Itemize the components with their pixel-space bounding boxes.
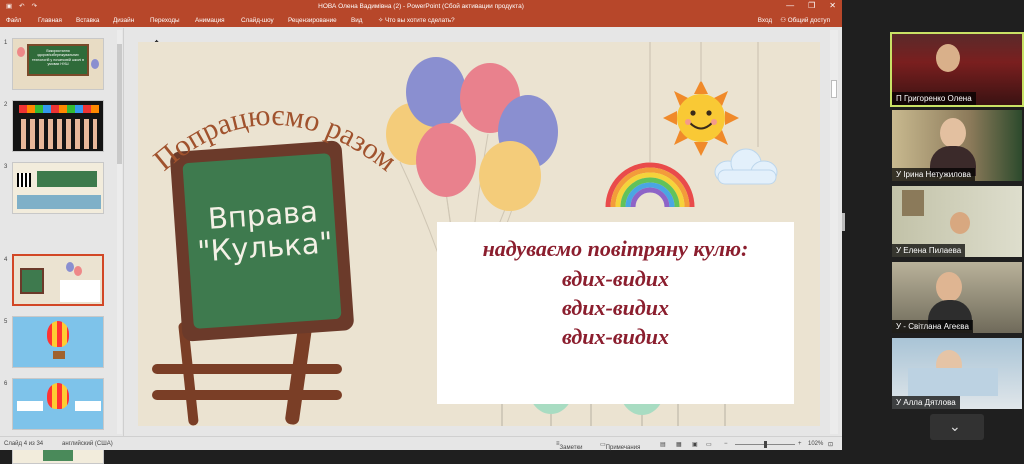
person-icon: ⚇ (780, 17, 788, 24)
minimize-button[interactable]: — (786, 1, 794, 10)
cloud-icon (714, 148, 778, 185)
instruction-text: надуваємо повітряну кулю: (482, 236, 749, 261)
breath-line: вдих-видих (561, 266, 670, 291)
tab-animations[interactable]: Анимация (195, 17, 225, 24)
slide-title-text: Попрацюємо разом (147, 99, 402, 178)
balloon-yellow (479, 141, 541, 211)
zoom-out-icon[interactable]: − (724, 441, 728, 447)
tab-home[interactable]: Главная (38, 17, 62, 24)
sun-icon (663, 80, 739, 156)
zoom-level[interactable]: 102% (808, 441, 823, 447)
tab-insert[interactable]: Вставка (76, 17, 99, 24)
participant-tile[interactable]: У - Світлана Агеєва (892, 262, 1022, 333)
participant-tile[interactable]: П Григоренко Олена (890, 32, 1024, 107)
share-button[interactable]: ⚇ Общий доступ (780, 17, 830, 24)
thumbnail-scrollbar[interactable] (117, 30, 122, 434)
board-text: Вправа "Кулька" (192, 194, 336, 268)
restore-button[interactable]: ❐ (808, 1, 815, 10)
participant-name: П Григоренко Олена (892, 92, 976, 105)
thumb-number: 6 (4, 381, 8, 387)
slide-thumbnail-6[interactable] (12, 378, 104, 430)
normal-view-icon[interactable]: ▤ (660, 441, 666, 448)
balloon-violet (406, 57, 466, 127)
participant-face (936, 44, 960, 72)
chevron-down-icon: ⌄ (949, 418, 961, 434)
language-indicator[interactable]: английский (США) (62, 441, 113, 447)
title-bar: ▣ ↶ ↷ НОВА Олена Вадимівна (2) - PowerPo… (0, 0, 842, 13)
slideshow-view-icon[interactable]: ▭ (706, 441, 712, 448)
video-gallery: П Григоренко Олена У Ірина Нетужилова У … (842, 0, 1024, 450)
tell-me-text: Что вы хотите сделать? (385, 17, 455, 24)
instruction-box: надуваємо повітряну кулю: вдих-видих вди… (437, 222, 794, 404)
tab-design[interactable]: Дизайн (113, 17, 134, 24)
thumb-number: 5 (4, 319, 8, 325)
splitter-handle[interactable] (842, 213, 845, 231)
participant-face (936, 272, 962, 302)
share-label: Общий доступ (787, 17, 830, 24)
lightbulb-icon: ✧ (378, 17, 386, 24)
window-title: НОВА Олена Вадимівна (2) - PowerPoint (С… (318, 3, 524, 10)
reading-view-icon[interactable]: ▣ (692, 441, 698, 448)
slide-thumbnail-5[interactable] (12, 316, 104, 368)
fit-slide-icon[interactable]: ⊡ (828, 441, 833, 448)
thumb-number: 1 (4, 40, 8, 46)
slide-counter: Слайд 4 из 34 (4, 441, 44, 447)
thumb-number: 3 (4, 164, 8, 170)
slide-scrollbar[interactable] (830, 30, 838, 434)
sorter-view-icon[interactable]: ▦ (676, 441, 682, 448)
tab-transitions[interactable]: Переходы (150, 17, 180, 24)
tab-slideshow[interactable]: Слайд-шоу (241, 17, 274, 24)
comments-button[interactable]: ▭ Примечания (600, 441, 640, 451)
tab-view[interactable]: Вид (351, 17, 362, 24)
zoom-in-icon[interactable]: + (798, 441, 802, 447)
participant-tile[interactable]: У Ірина Нетужилова (892, 110, 1022, 181)
thumb-number: 4 (4, 257, 8, 263)
ribbon-tabs: Файл Главная Вставка Дизайн Переходы Ани… (0, 13, 842, 27)
notes-label: Заметки (559, 445, 583, 451)
balloon-pink (416, 123, 476, 197)
participant-name: У Алла Дятлова (892, 396, 960, 409)
participant-face (950, 212, 970, 234)
participant-tile[interactable]: У Алла Дятлова (892, 338, 1022, 409)
slide-title: Попрацюємо разом (144, 64, 402, 204)
slide-thumbnail-4[interactable] (12, 254, 104, 306)
gallery-scroll-button[interactable]: ⌄ (930, 414, 984, 440)
participant-name: У Елена Пилаева (892, 244, 966, 257)
slide-thumbnail-2[interactable] (12, 100, 104, 152)
close-button[interactable]: ✕ (829, 1, 836, 10)
participant-name: У - Світлана Агеєва (892, 320, 973, 333)
participant-face (940, 118, 966, 148)
participant-name: У Ірина Нетужилова (892, 168, 975, 181)
tab-file[interactable]: Файл (6, 17, 21, 24)
thumb-title: Використання здоров'язбережувальних техн… (27, 44, 89, 76)
window-controls: — ❐ ✕ (786, 1, 836, 10)
zoom-thumb[interactable] (764, 441, 767, 448)
breath-line: вдих-видих (561, 324, 670, 349)
slide-thumbnail-3[interactable] (12, 162, 104, 214)
powerpoint-window: ▣ ↶ ↷ НОВА Олена Вадимівна (2) - PowerPo… (0, 0, 842, 464)
thumb-number: 2 (4, 102, 8, 108)
slide-thumbnail-pane: 1 Використання здоров'язбережувальних те… (0, 28, 124, 464)
participant-tile[interactable]: У Елена Пилаева (892, 186, 1022, 257)
slide-thumbnail-1[interactable]: Використання здоров'язбережувальних техн… (12, 38, 104, 90)
sign-in-link[interactable]: Вход (758, 17, 772, 24)
rainbow-icon (605, 162, 695, 208)
breath-line: вдих-видих (561, 295, 670, 320)
comments-label: Примечания (605, 445, 641, 451)
notes-button[interactable]: ≡ Заметки (556, 441, 582, 451)
svg-text:Попрацюємо разом: Попрацюємо разом (147, 99, 394, 178)
status-bar: Слайд 4 из 34 английский (США) ≡ Заметки… (0, 436, 842, 451)
tell-me-box[interactable]: ✧ Что вы хотите сделать? (378, 17, 455, 24)
slide-canvas[interactable]: Попрацюємо разом Вправа "Кулька" надуває… (138, 42, 820, 426)
breath-lines: вдих-видих вдих-видих вдих-видих (437, 264, 794, 351)
tab-review[interactable]: Рецензирование (288, 17, 337, 24)
